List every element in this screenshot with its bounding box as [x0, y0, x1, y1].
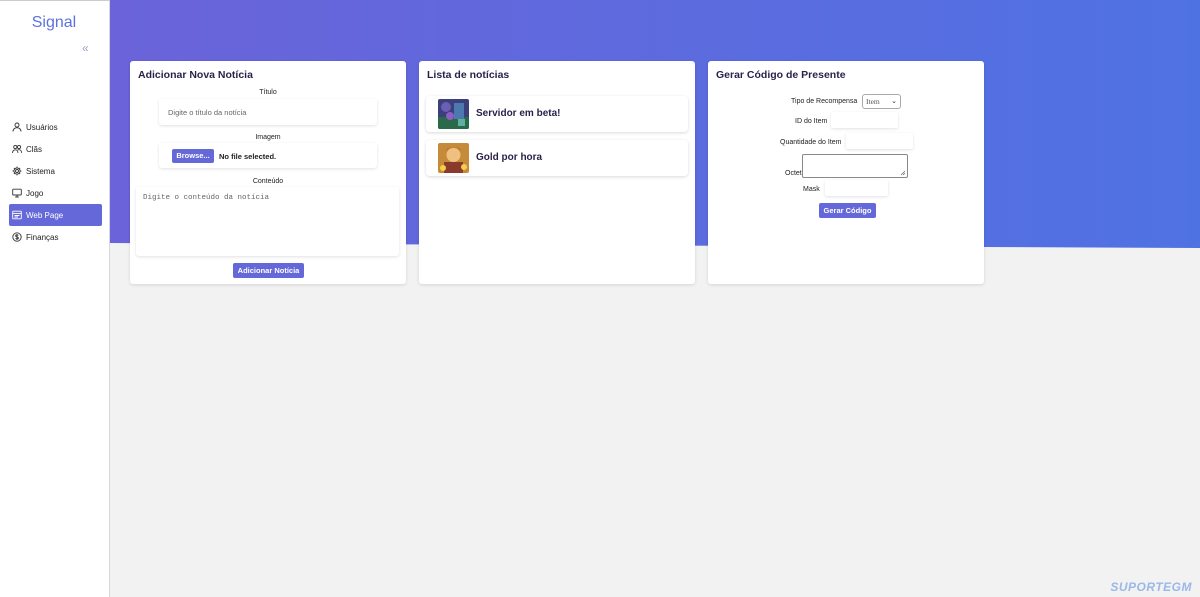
titulo-field[interactable] — [159, 99, 377, 125]
sidebar-item-label: Clãs — [26, 144, 43, 154]
gear-icon — [12, 166, 22, 176]
sidebar-item-web-page[interactable]: Web Page — [9, 204, 102, 226]
collapse-sidebar-icon[interactable]: « — [82, 41, 89, 55]
news-title: Servidor em beta! — [476, 108, 561, 119]
card-title: Gerar Código de Presente — [716, 69, 846, 81]
sidebar-item-label: Usuários — [26, 122, 58, 132]
sidebar-item-label: Jogo — [26, 188, 44, 198]
watermark-logo: SUPORTEGM — [1110, 580, 1192, 594]
sidebar-item-financas[interactable]: Finanças — [9, 226, 102, 248]
sidebar-item-clas[interactable]: Clãs — [9, 138, 102, 160]
add-news-card: Adicionar Nova Notícia Título Imagem Bro… — [130, 61, 406, 284]
list-item[interactable]: Gold por hora — [426, 140, 688, 176]
dollar-icon — [12, 232, 22, 242]
list-item[interactable]: Servidor em beta! — [426, 96, 688, 132]
news-list-card: Lista de notícias Servidor em beta! Gold… — [419, 61, 695, 284]
conteudo-field[interactable] — [136, 187, 399, 256]
card-title: Lista de notícias — [427, 69, 510, 81]
imagem-field: Browse... No file selected. — [159, 143, 377, 168]
user-icon — [12, 122, 22, 132]
news-thumbnail — [438, 143, 469, 173]
mask-label: Mask — [803, 186, 820, 193]
file-status: No file selected. — [219, 152, 277, 161]
titulo-label: Título — [259, 89, 277, 96]
sidebar-item-jogo[interactable]: Jogo — [9, 182, 102, 204]
generate-code-button[interactable]: Gerar Código — [819, 203, 876, 218]
sidebar-item-sistema[interactable]: Sistema — [9, 160, 102, 182]
webpage-icon — [12, 210, 22, 220]
octet-label: Octet — [785, 170, 802, 177]
monitor-icon — [12, 188, 22, 198]
users-icon — [12, 144, 22, 154]
titulo-input[interactable] — [159, 99, 377, 125]
sidebar: Signal « Usuários Clãs Sistema Jogo Web … — [0, 0, 110, 597]
sidebar-item-usuarios[interactable]: Usuários — [9, 116, 102, 138]
sidebar-item-label: Web Page — [26, 210, 64, 220]
octet-textarea[interactable] — [802, 154, 908, 178]
add-news-button[interactable]: Adicionar Notícia — [233, 263, 304, 278]
conteudo-label: Conteúdo — [252, 178, 284, 185]
tipo-select-value: Item — [866, 97, 880, 106]
browse-button[interactable]: Browse... — [172, 149, 214, 163]
sidebar-item-label: Finanças — [26, 232, 59, 242]
tipo-select[interactable]: Item ⌄ — [862, 94, 901, 109]
news-thumbnail — [438, 99, 469, 129]
chevron-down-icon: ⌄ — [891, 97, 897, 105]
gift-code-card: Gerar Código de Presente Tipo de Recompe… — [708, 61, 984, 284]
news-title: Gold por hora — [476, 152, 543, 163]
brand-logo[interactable]: Signal — [0, 14, 108, 32]
sidebar-nav: Usuários Clãs Sistema Jogo Web Page Fina… — [9, 116, 102, 248]
quantidade-input[interactable] — [846, 133, 913, 149]
sidebar-item-label: Sistema — [26, 166, 55, 176]
card-title: Adicionar Nova Notícia — [138, 69, 253, 81]
quantidade-label: Quantidade do Item — [780, 139, 842, 146]
id-input[interactable] — [831, 112, 898, 128]
mask-input[interactable] — [825, 180, 888, 196]
imagem-label: Imagem — [255, 134, 281, 141]
resize-handle-icon[interactable] — [900, 170, 906, 176]
tipo-label: Tipo de Recompensa — [791, 98, 858, 105]
id-label: ID do Item — [795, 118, 828, 125]
conteudo-textarea[interactable] — [136, 187, 399, 256]
